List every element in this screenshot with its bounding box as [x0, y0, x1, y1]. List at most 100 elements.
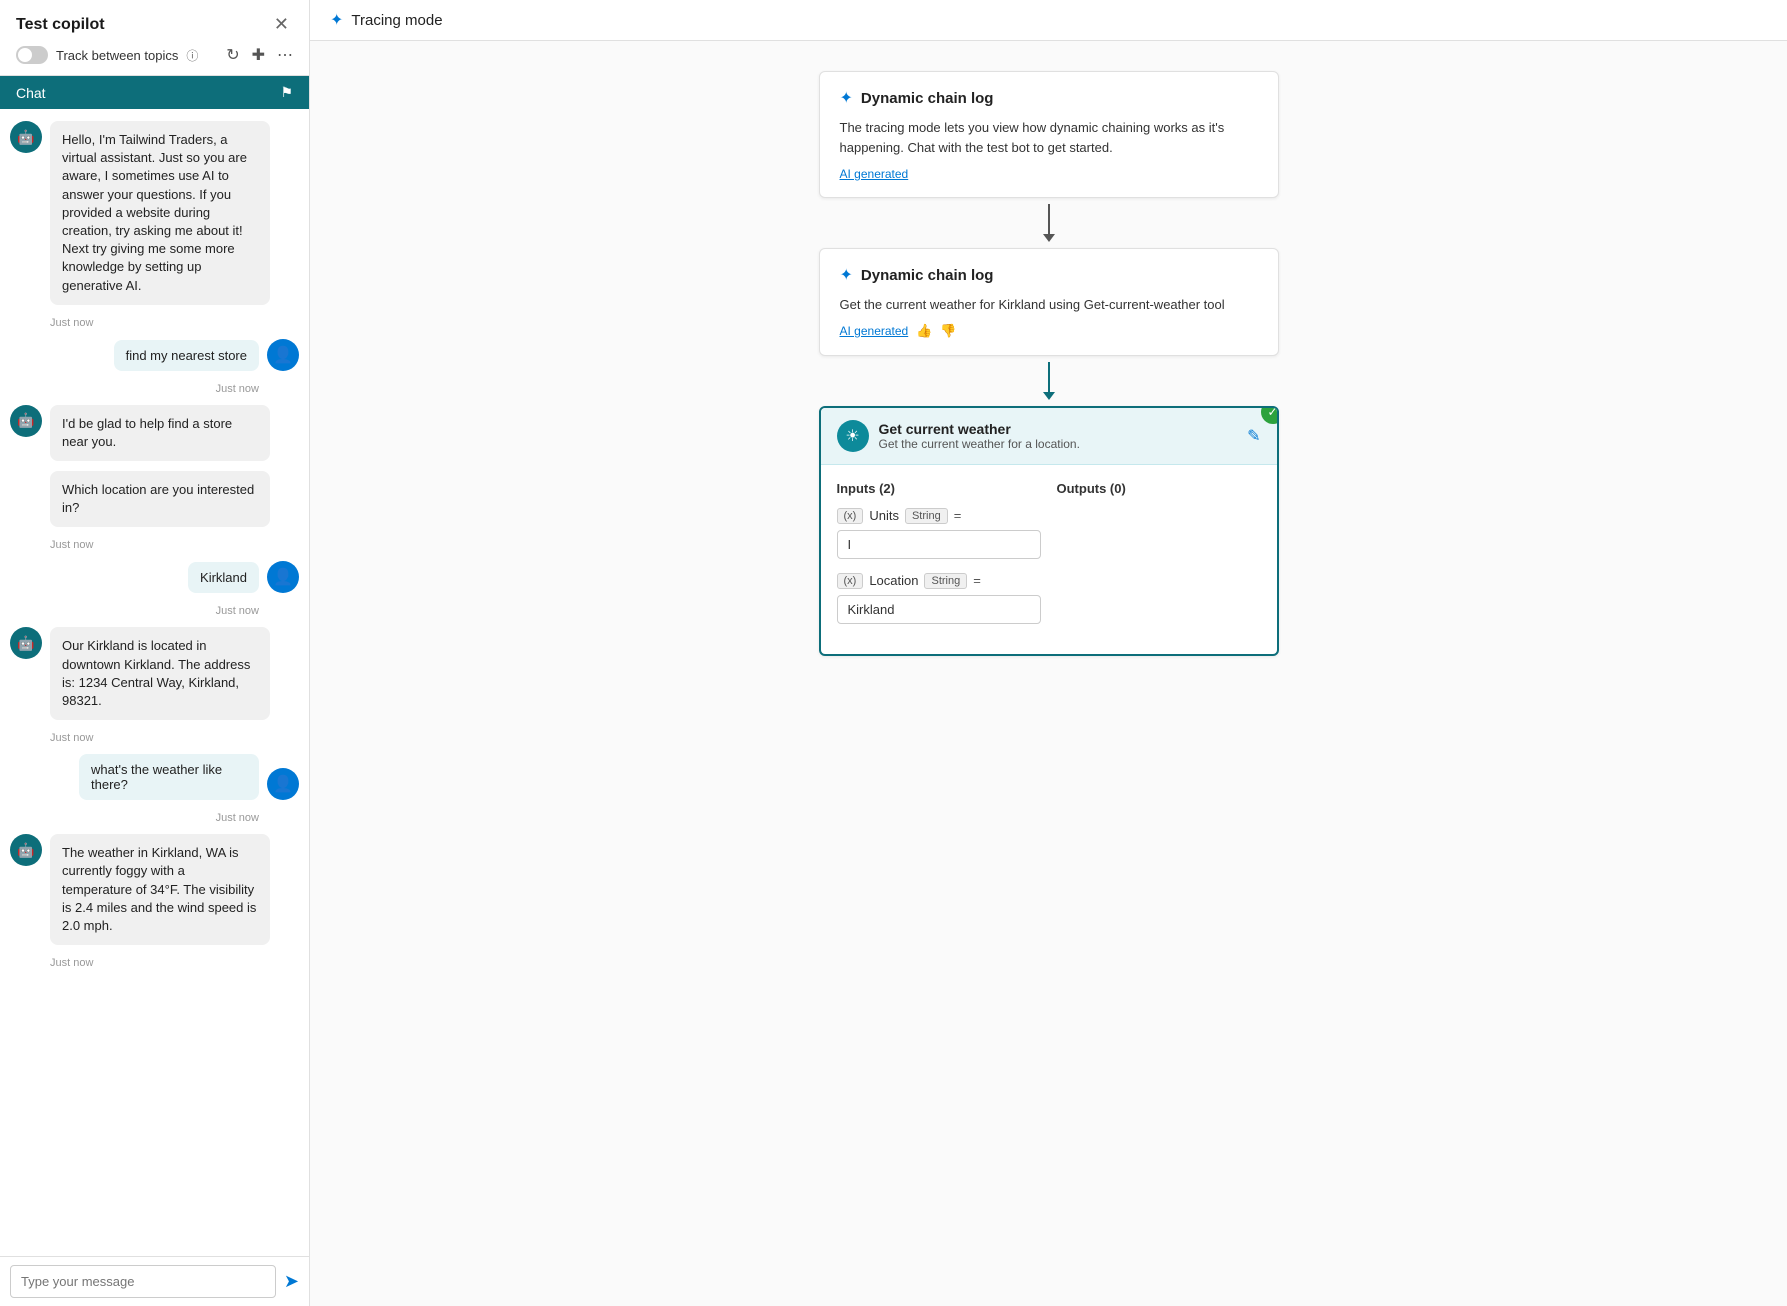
bot-bubble-2: I'd be glad to help find a store near yo…: [50, 405, 270, 461]
flag-icon[interactable]: ⚑: [280, 84, 293, 101]
arrow-head-1: [1043, 234, 1055, 242]
chain-card-1-header: ✦ Dynamic chain log: [840, 88, 1258, 108]
bot-message-row-2: 🤖 I'd be glad to help find a store near …: [10, 405, 299, 461]
tool-card-body: Inputs (2) (x) Units String = I: [821, 465, 1277, 654]
track-toggle[interactable]: [16, 46, 48, 64]
arrow-line-1: [1048, 204, 1050, 234]
bot-bubble-1: Hello, I'm Tailwind Traders, a virtual a…: [50, 121, 270, 305]
user-avatar-3: 👤: [267, 768, 299, 800]
ai-generated-2[interactable]: AI generated: [840, 324, 909, 338]
tool-title-block: Get current weather Get the current weat…: [879, 421, 1238, 451]
chain-body-2: Get the current weather for Kirkland usi…: [840, 295, 1258, 315]
bot-message-row-1: 🤖 Hello, I'm Tailwind Traders, a virtual…: [10, 121, 299, 305]
bot-bubble-3: Which location are you interested in?: [50, 471, 270, 527]
tracing-header: ✦ Tracing mode: [310, 0, 1787, 41]
timestamp-6: Just now: [10, 812, 259, 824]
right-panel: ✦ Tracing mode ✦ Dynamic chain log The t…: [310, 0, 1787, 1306]
panel-header: Test copilot ✕ Track between topics ⓘ ↻ …: [0, 0, 309, 76]
tag-equals-location: =: [973, 573, 981, 588]
input-tag-row-units: (x) Units String =: [837, 508, 1041, 524]
inputs-title: Inputs (2): [837, 481, 1041, 496]
chain-card-1: ✦ Dynamic chain log The tracing mode let…: [819, 71, 1279, 198]
track-row: Track between topics ⓘ ↻ ✚ ⋯: [16, 45, 293, 65]
tool-card-header: ☀ Get current weather Get the current we…: [821, 408, 1277, 465]
panel-title-row: Test copilot ✕: [16, 14, 293, 35]
ai-generated-row-2: AI generated 👍 👎: [840, 323, 1258, 339]
ai-generated-1[interactable]: AI generated: [840, 167, 909, 181]
bot-avatar-5: 🤖: [10, 834, 42, 866]
timestamp-2: Just now: [10, 383, 259, 395]
outputs-title: Outputs (0): [1057, 481, 1261, 496]
more-icon[interactable]: ⋯: [277, 45, 293, 65]
user-bubble-2: Kirkland: [188, 562, 259, 593]
chat-input[interactable]: [10, 1265, 276, 1298]
bot-message-row-4: 🤖 Our Kirkland is located in downtown Ki…: [10, 627, 299, 720]
tag-type-location: String: [924, 573, 967, 589]
bot-avatar-4: 🤖: [10, 627, 42, 659]
tag-label-units: Units: [869, 508, 899, 523]
user-message-row-1: find my nearest store 👤: [10, 339, 299, 371]
tool-title: Get current weather: [879, 421, 1238, 437]
input-row-units: (x) Units String = I: [837, 508, 1041, 559]
outputs-section: Outputs (0): [1057, 481, 1261, 638]
timestamp-1: Just now: [50, 317, 299, 329]
user-message-row-2: Kirkland 👤: [10, 561, 299, 593]
arrow-connector-2: [1043, 356, 1055, 406]
arrow-connector-1: [1043, 198, 1055, 248]
chain-icon-1: ✦: [840, 88, 853, 108]
refresh-icon[interactable]: ↻: [226, 45, 239, 65]
bot-bubble-4: Our Kirkland is located in downtown Kirk…: [50, 627, 270, 720]
user-avatar-1: 👤: [267, 339, 299, 371]
header-icons: ↻ ✚ ⋯: [226, 45, 293, 65]
chain-title-1: Dynamic chain log: [861, 90, 994, 107]
thumbdown-icon[interactable]: 👎: [940, 323, 956, 339]
tag-equals-units: =: [954, 508, 962, 523]
arrow-head-2: [1043, 392, 1055, 400]
input-value-units: I: [837, 530, 1041, 559]
timestamp-3: Just now: [50, 539, 299, 551]
tracing-content: ✦ Dynamic chain log The tracing mode let…: [310, 41, 1787, 686]
chain-card-2: ✦ Dynamic chain log Get the current weat…: [819, 248, 1279, 356]
input-tag-row-location: (x) Location String =: [837, 573, 1041, 589]
left-panel: Test copilot ✕ Track between topics ⓘ ↻ …: [0, 0, 310, 1306]
bot-bubble-5: The weather in Kirkland, WA is currently…: [50, 834, 270, 945]
user-bubble-3: what's the weather like there?: [79, 754, 259, 800]
chat-tab-label[interactable]: Chat: [16, 85, 46, 101]
user-avatar-2: 👤: [267, 561, 299, 593]
edit-icon[interactable]: ✎: [1247, 426, 1260, 446]
thumbup-icon[interactable]: 👍: [916, 323, 932, 339]
tool-card: ✓ ☀ Get current weather Get the current …: [819, 406, 1279, 656]
input-row-location: (x) Location String = Kirkland: [837, 573, 1041, 624]
tag-x-units: (x): [837, 508, 864, 524]
chat-messages: 🤖 Hello, I'm Tailwind Traders, a virtual…: [0, 109, 309, 1256]
tool-subtitle: Get the current weather for a location.: [879, 437, 1238, 451]
tag-label-location: Location: [869, 573, 918, 588]
tag-type-units: String: [905, 508, 948, 524]
chain-card-2-header: ✦ Dynamic chain log: [840, 265, 1258, 285]
chat-tab-bar: Chat ⚑: [0, 76, 309, 109]
chat-input-area: ➤: [0, 1256, 309, 1306]
send-button[interactable]: ➤: [284, 1271, 299, 1292]
app-title: Test copilot: [16, 16, 105, 34]
timestamp-5: Just now: [50, 732, 299, 744]
close-button[interactable]: ✕: [270, 14, 293, 35]
info-icon[interactable]: ⓘ: [186, 47, 198, 64]
inputs-section: Inputs (2) (x) Units String = I: [837, 481, 1041, 638]
tracing-icon: ✦: [330, 10, 343, 30]
bot-avatar-2: 🤖: [10, 405, 42, 437]
tracing-title: Tracing mode: [351, 12, 442, 29]
arrow-line-2: [1048, 362, 1050, 392]
sun-icon: ☀: [837, 420, 869, 452]
user-bubble-1: find my nearest store: [114, 340, 259, 371]
tag-x-location: (x): [837, 573, 864, 589]
chain-body-1: The tracing mode lets you view how dynam…: [840, 118, 1258, 157]
user-message-row-3: what's the weather like there? 👤: [10, 754, 299, 800]
track-label: Track between topics: [56, 48, 178, 63]
bot-avatar-1: 🤖: [10, 121, 42, 153]
chain-icon-2: ✦: [840, 265, 853, 285]
timestamp-4: Just now: [10, 605, 259, 617]
bot-message-row-5: 🤖 The weather in Kirkland, WA is current…: [10, 834, 299, 945]
input-value-location: Kirkland: [837, 595, 1041, 624]
add-icon[interactable]: ✚: [252, 45, 265, 65]
bot-message-row-3: Which location are you interested in?: [10, 471, 299, 527]
